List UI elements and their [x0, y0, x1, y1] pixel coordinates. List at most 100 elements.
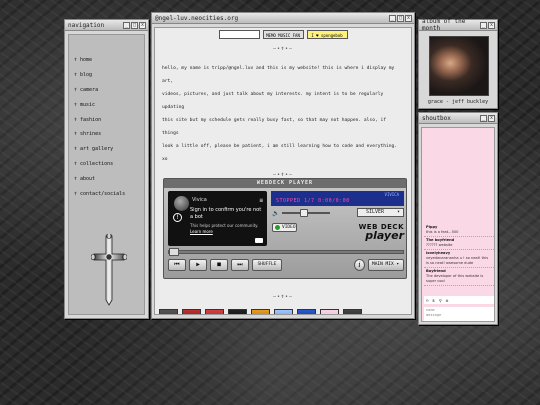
album-caption: grace - jeff buckley	[427, 99, 489, 105]
site-url: @ngel-luv.neocities.org	[155, 14, 239, 22]
thumbnail[interactable]	[343, 309, 362, 314]
bot-check-heading: Sign in to confirm you're not a bot	[190, 207, 262, 220]
cross-icon: ✝	[74, 160, 78, 167]
thumbnail[interactable]	[228, 309, 247, 314]
main-titlebar[interactable]: @ngel-luv.neocities.org _ □ x	[152, 13, 414, 24]
nav-item-contact[interactable]: ✝ contact/socials	[74, 186, 144, 201]
bot-check-text: This helps protect our community. Learn …	[190, 223, 259, 234]
maximize-icon[interactable]: □	[131, 21, 138, 29]
list-item: lovelyheavy veyedanarananha u ! so neat! …	[424, 250, 494, 268]
cross-icon: ✝	[74, 86, 78, 93]
cross-icon: ✝	[74, 146, 78, 153]
minimize-icon[interactable]: _	[389, 14, 396, 22]
album-titlebar[interactable]: album of the month _ x	[419, 18, 497, 32]
nav-item-art-gallery[interactable]: ✝ art gallery	[74, 142, 144, 157]
shoutbox-titlebar[interactable]: shoutbox _ x	[419, 113, 497, 124]
volume-knob[interactable]	[300, 209, 309, 217]
shuffle-button[interactable]: SHUFFLE	[252, 259, 282, 271]
seek-knob[interactable]	[169, 248, 179, 256]
youtube-icon[interactable]	[255, 238, 263, 243]
close-icon[interactable]: x	[139, 21, 146, 29]
ornate-cross-icon	[91, 234, 127, 306]
link-icon[interactable]: ⚲	[439, 298, 442, 303]
video-toggle-button[interactable]: VIDEO	[272, 223, 297, 232]
close-icon[interactable]: x	[488, 21, 495, 29]
minimize-icon[interactable]: _	[480, 114, 487, 122]
list-item: Pippy this is a feat...500	[424, 224, 494, 237]
shoutbox-window: shoutbox _ x Pippy this is a feat...500 T…	[418, 112, 498, 325]
nav-item-about[interactable]: ✝ about	[74, 171, 144, 186]
player-logo: WEB DECK player	[358, 223, 404, 242]
transport-controls: ⏮ ▶ ■ ⏭ SHUFFLE	[168, 259, 282, 271]
minimize-icon[interactable]: _	[123, 21, 130, 29]
shout-input[interactable]: name message	[424, 307, 494, 321]
divider: —•✝•—	[272, 46, 294, 52]
navigation-pane: ✝ home ✝ blog ✝ camera ✝ music ✝ fashion ✝ shr…	[68, 34, 145, 315]
maximize-icon[interactable]: □	[397, 14, 404, 22]
album-window: album of the month _ x grace - jeff buck…	[418, 18, 498, 109]
thumbnail[interactable]	[297, 309, 316, 314]
cross-icon: ✝	[74, 190, 78, 197]
cross-icon: ✝	[74, 175, 78, 182]
divider: —•✝•—	[272, 294, 294, 300]
previous-button[interactable]: ⏮	[168, 259, 186, 271]
nav-item-music[interactable]: ✝ music	[74, 97, 144, 112]
seek-bar[interactable]	[168, 248, 404, 256]
nav-list: ✝ home ✝ blog ✝ camera ✝ music ✝ fashion ✝ shr…	[69, 35, 144, 201]
nav-item-blog[interactable]: ✝ blog	[74, 68, 144, 83]
thumbnail-row	[159, 309, 362, 314]
stop-button[interactable]: ■	[210, 259, 228, 271]
skin-select[interactable]: SILVER ▾	[357, 208, 404, 217]
video-title: Vivica	[192, 197, 207, 203]
intro-text: hello, my name is tripp/@ngel.luv and th…	[162, 66, 398, 162]
cross-icon: ✝	[74, 131, 78, 138]
settings-icon[interactable]: ⚙	[446, 298, 448, 303]
main-window: @ngel-luv.neocities.org _ □ x MEMO MUSIC…	[151, 12, 415, 319]
list-item: The boyfriend?????? website	[424, 237, 494, 250]
learn-more-link[interactable]: Learn more	[190, 229, 213, 234]
nav-item-home[interactable]: ✝ home	[74, 53, 144, 68]
badge-row: MEMO MUSIC FAN I ♥ spongebob	[155, 30, 411, 39]
volume-control: 🔈	[272, 209, 332, 217]
album-title: album of the month	[422, 18, 466, 32]
video-embed[interactable]: Vivica ≡ ! Sign in to confirm you're not…	[168, 191, 267, 246]
thumbnail[interactable]	[205, 309, 224, 314]
mix-select[interactable]: MAIN MIX ▾	[368, 259, 404, 271]
cross-icon: ✝	[74, 116, 78, 123]
menu-icon[interactable]: ≡	[259, 197, 263, 204]
thumbnail[interactable]	[182, 309, 201, 314]
format-icon[interactable]: ʙ	[432, 298, 434, 303]
channel-avatar	[174, 196, 189, 211]
nav-item-shrines[interactable]: ✝ shrines	[74, 127, 144, 142]
badge: I ♥ spongebob	[306, 30, 348, 39]
album-cover	[429, 36, 489, 96]
thumbnail[interactable]	[251, 309, 270, 314]
shoutbox-pane: Pippy this is a feat...500 The boyfriend?…	[421, 127, 495, 322]
chevron-down-icon: ▾	[396, 209, 400, 215]
navigation-window: navigation _ □ x ✝ home ✝ blog ✝ camera ✝ mu…	[64, 19, 149, 319]
lcd-status: STOPPED 1/7 0:00/0:00	[276, 198, 350, 204]
info-icon[interactable]: i	[354, 259, 365, 271]
nav-item-camera[interactable]: ✝ camera	[74, 83, 144, 98]
close-icon[interactable]: x	[488, 114, 495, 122]
minimize-icon[interactable]: _	[480, 21, 487, 29]
play-button[interactable]: ▶	[189, 259, 207, 271]
emoji-icon[interactable]: ☺	[426, 298, 428, 303]
navigation-title: navigation	[68, 21, 105, 29]
nav-item-collections[interactable]: ✝ collections	[74, 157, 144, 172]
shout-toolbar: ☺ ʙ ⚲ ⚙	[424, 296, 494, 304]
nav-item-fashion[interactable]: ✝ fashion	[74, 112, 144, 127]
next-button[interactable]: ⏭	[231, 259, 249, 271]
navigation-titlebar[interactable]: navigation _ □ x	[65, 20, 148, 31]
shoutbox-title: shoutbox	[422, 114, 451, 122]
thumbnail[interactable]	[159, 309, 178, 314]
thumbnail[interactable]	[320, 309, 339, 314]
message-list: Pippy this is a feat...500 The boyfriend?…	[424, 224, 494, 286]
thumbnail[interactable]	[274, 309, 293, 314]
player-title: WEBDECK PLAYER	[164, 179, 406, 188]
close-icon[interactable]: x	[405, 14, 412, 22]
cross-icon: ✝	[74, 101, 78, 108]
badge	[218, 30, 260, 39]
volume-slider[interactable]	[282, 209, 331, 217]
lcd-display: VIVICA STOPPED 1/7 0:00/0:00	[271, 191, 404, 206]
